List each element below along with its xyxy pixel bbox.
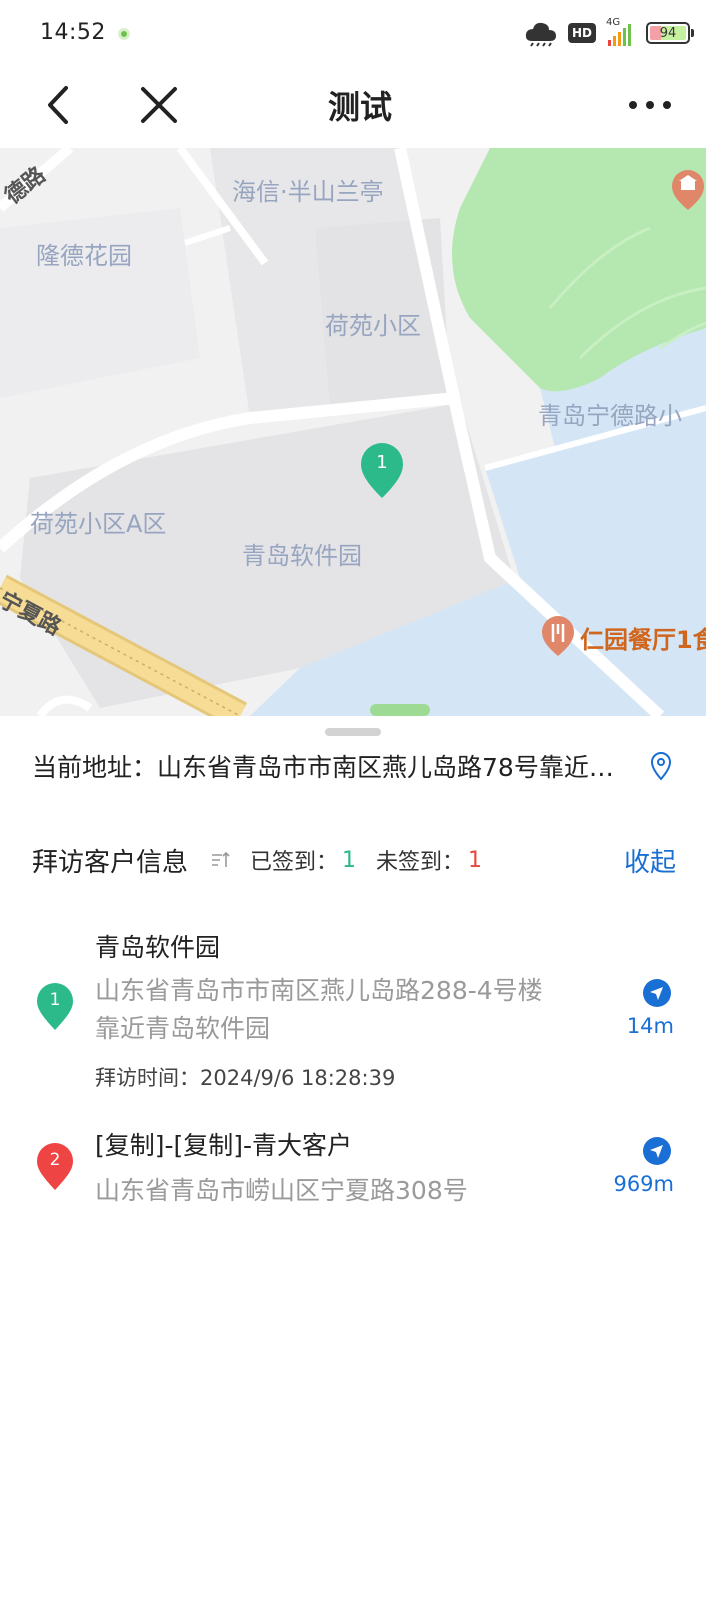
customer-name: [复制]-[复制]-青大客户 [95, 1131, 353, 1160]
marker-number: 1 [376, 452, 388, 473]
weather-cloud-icon [525, 22, 556, 47]
current-address-value: 山东省青岛市市南区燕儿岛路78号靠近青岛软件园 [157, 753, 632, 782]
map-label-heyuan: 荷苑小区 [325, 312, 421, 340]
customer-name: 青岛软件园 [95, 933, 221, 962]
visit-info-header: 拜访客户信息 已签到： 1 未签到： 1 收起 [32, 840, 676, 880]
signal-icon: 4G [606, 17, 636, 46]
sheet-drag-handle[interactable] [325, 728, 381, 736]
notification-dot-icon [118, 28, 130, 40]
page-title: 测试 [327, 88, 392, 126]
signed-count: 1 [342, 847, 357, 873]
map-label-heyuan-a: 荷苑小区A区 [30, 510, 167, 538]
visit-info-title: 拜访客户信息 [32, 847, 189, 878]
hd-icon: HD [567, 23, 596, 43]
unsigned-label: 未签到： [376, 850, 465, 875]
collapse-button[interactable]: 收起 [624, 842, 676, 879]
signed-label: 已签到： [250, 850, 339, 875]
navigate-icon[interactable] [642, 978, 672, 1008]
customer-item[interactable]: 1 青岛软件园 山东省青岛市市南区燕儿岛路288-4号楼靠近青岛软件园 拜访时间… [0, 920, 720, 1100]
more-icon[interactable] [620, 80, 680, 130]
customer-address: 山东省青岛市崂山区宁夏路308号 [95, 1176, 468, 1205]
customer-distance: 969m [613, 1172, 674, 1196]
location-pin-icon[interactable] [648, 750, 674, 782]
visit-time: 拜访时间：2024/9/6 18:28:39 [95, 1066, 396, 1090]
map-label-software-park: 青岛软件园 [242, 542, 362, 570]
customer-pin-icon: 2 [36, 1142, 74, 1192]
battery-icon: 94 [646, 22, 690, 44]
customer-item[interactable]: 2 [复制]-[复制]-青大客户 山东省青岛市崂山区宁夏路308号 969m [0, 1122, 720, 1222]
map-label-longde: 隆德花园 [36, 242, 132, 270]
customer-index: 1 [49, 990, 61, 1010]
map-label-restaurant: 仁园餐厅1食 [580, 626, 706, 654]
current-address-row: 当前地址：山东省青岛市市南区燕儿岛路78号靠近青岛软件园 [32, 746, 682, 786]
status-icons: HD 4G 94 [524, 17, 694, 48]
customer-distance: 14m [626, 1014, 674, 1038]
current-address: 当前地址：山东省青岛市市南区燕儿岛路78号靠近青岛软件园 [32, 748, 632, 784]
map-label-haixin: 海信·半山兰亭 [232, 178, 384, 206]
sort-icon[interactable] [210, 849, 232, 871]
status-time: 14:52 [40, 20, 106, 45]
customer-pin-icon: 1 [36, 982, 74, 1032]
customer-address: 山东省青岛市市南区燕儿岛路288-4号楼靠近青岛软件园 [95, 976, 543, 1043]
status-bar: 14:52 HD 4G 94 [0, 0, 720, 66]
navigation-bar: 测试 [0, 66, 720, 148]
map-label-ningde: 青岛宁德路小 [538, 402, 682, 430]
current-address-label: 当前地址： [32, 753, 158, 782]
map-view[interactable]: 德路 海信·半山兰亭 隆德花园 荷苑小区 青岛宁德路小 荷苑小区A区 青岛软件园… [0, 148, 706, 716]
navigate-icon[interactable] [642, 1136, 672, 1166]
unsigned-count: 1 [468, 847, 483, 873]
battery-level: 94 [659, 25, 677, 41]
customer-index: 2 [49, 1150, 61, 1170]
